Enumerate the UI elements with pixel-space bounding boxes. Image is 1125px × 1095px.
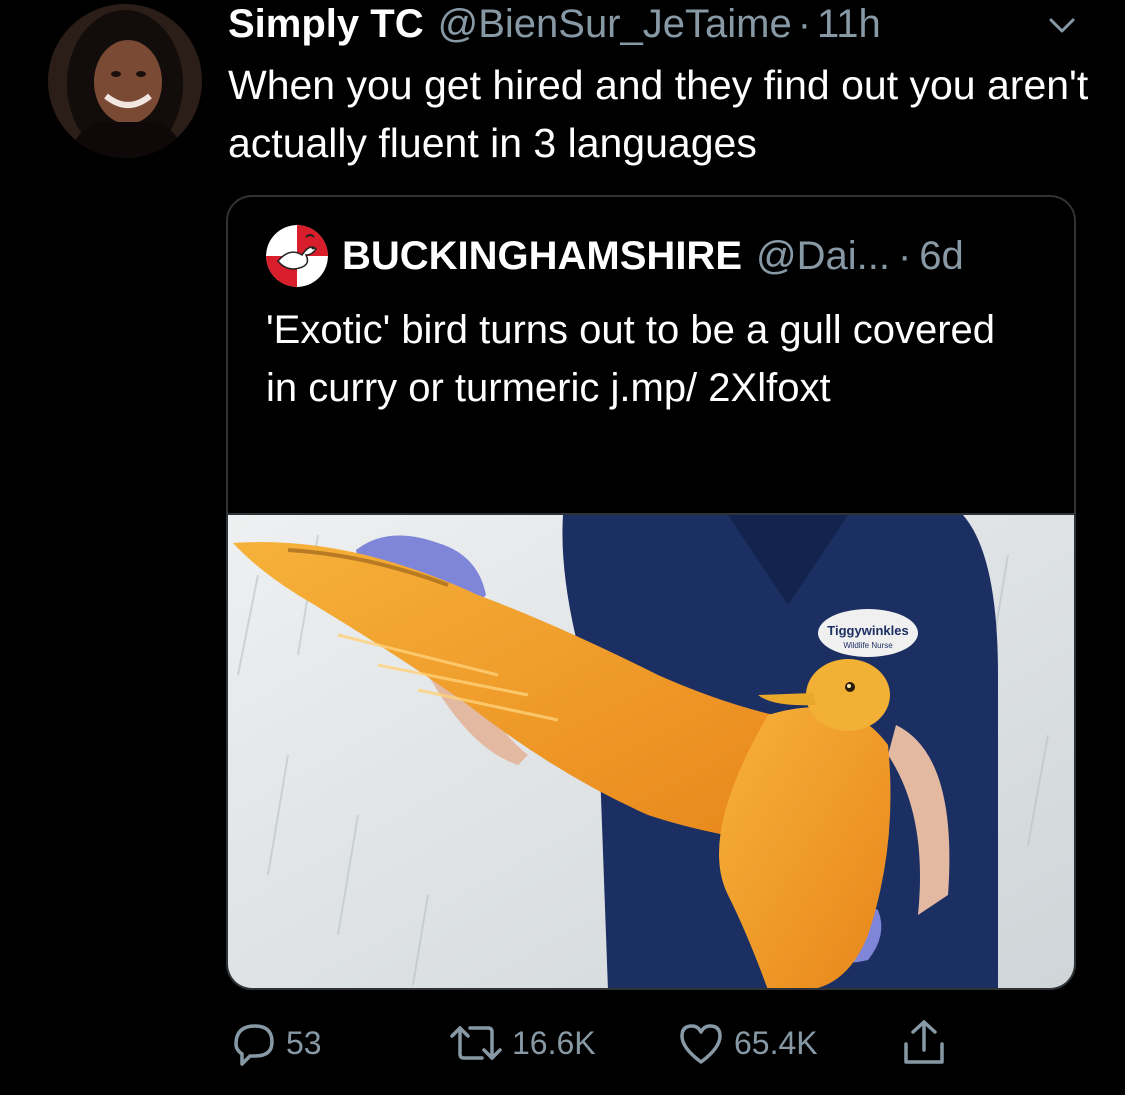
quoted-tweet-image[interactable]: Tiggywinkles Wildlife Nurse: [228, 513, 1074, 988]
reply-icon: [234, 1024, 274, 1066]
retweet-button[interactable]: 16.6K: [448, 1020, 596, 1066]
tweet-timestamp[interactable]: 11h: [817, 2, 881, 47]
quoted-tweet-card[interactable]: BUCKINGHAMSHIRE @Dai... · 6d 'Exotic' bi…: [226, 195, 1076, 990]
badge-text-1: Tiggywinkles: [827, 623, 908, 638]
author-avatar[interactable]: [48, 4, 202, 158]
header-separator: ·: [797, 2, 812, 46]
quoted-tweet-header: BUCKINGHAMSHIRE @Dai... · 6d: [266, 225, 1054, 287]
author-handle[interactable]: @BienSur_JeTaime: [438, 2, 792, 47]
author-name[interactable]: Simply TC: [228, 2, 424, 47]
author-avatar-image: [48, 4, 202, 158]
like-button[interactable]: 65.4K: [676, 1020, 818, 1066]
quoted-tweet-text: 'Exotic' bird turns out to be a gull cov…: [266, 308, 996, 410]
share-icon: [904, 1020, 944, 1064]
swan-logo-icon: [266, 225, 328, 287]
tweet-header: Simply TC @BienSur_JeTaime · 11h: [228, 2, 1085, 46]
reply-button[interactable]: 53: [228, 1020, 322, 1066]
heart-icon: [680, 1024, 722, 1064]
retweet-count: 16.6K: [512, 1024, 596, 1061]
quoted-author-handle[interactable]: @Dai...: [756, 234, 890, 279]
gull-photo: Tiggywinkles Wildlife Nurse: [228, 515, 1074, 988]
tweet-actions: 53 16.6K 65.4K: [0, 1014, 1125, 1070]
tweet-text: When you get hired and they find out you…: [228, 62, 1089, 166]
share-button[interactable]: [898, 1018, 958, 1068]
badge-text-2: Wildlife Nurse: [843, 641, 893, 650]
reply-count: 53: [286, 1024, 322, 1061]
quoted-author-name[interactable]: BUCKINGHAMSHIRE: [342, 234, 742, 279]
like-count: 65.4K: [734, 1024, 818, 1061]
quoted-tweet-timestamp[interactable]: 6d: [919, 234, 964, 279]
quoted-author-avatar: [266, 225, 328, 287]
retweet-icon: [450, 1026, 502, 1060]
chevron-down-icon[interactable]: [1045, 8, 1079, 42]
quoted-header-separator: ·: [897, 233, 912, 278]
